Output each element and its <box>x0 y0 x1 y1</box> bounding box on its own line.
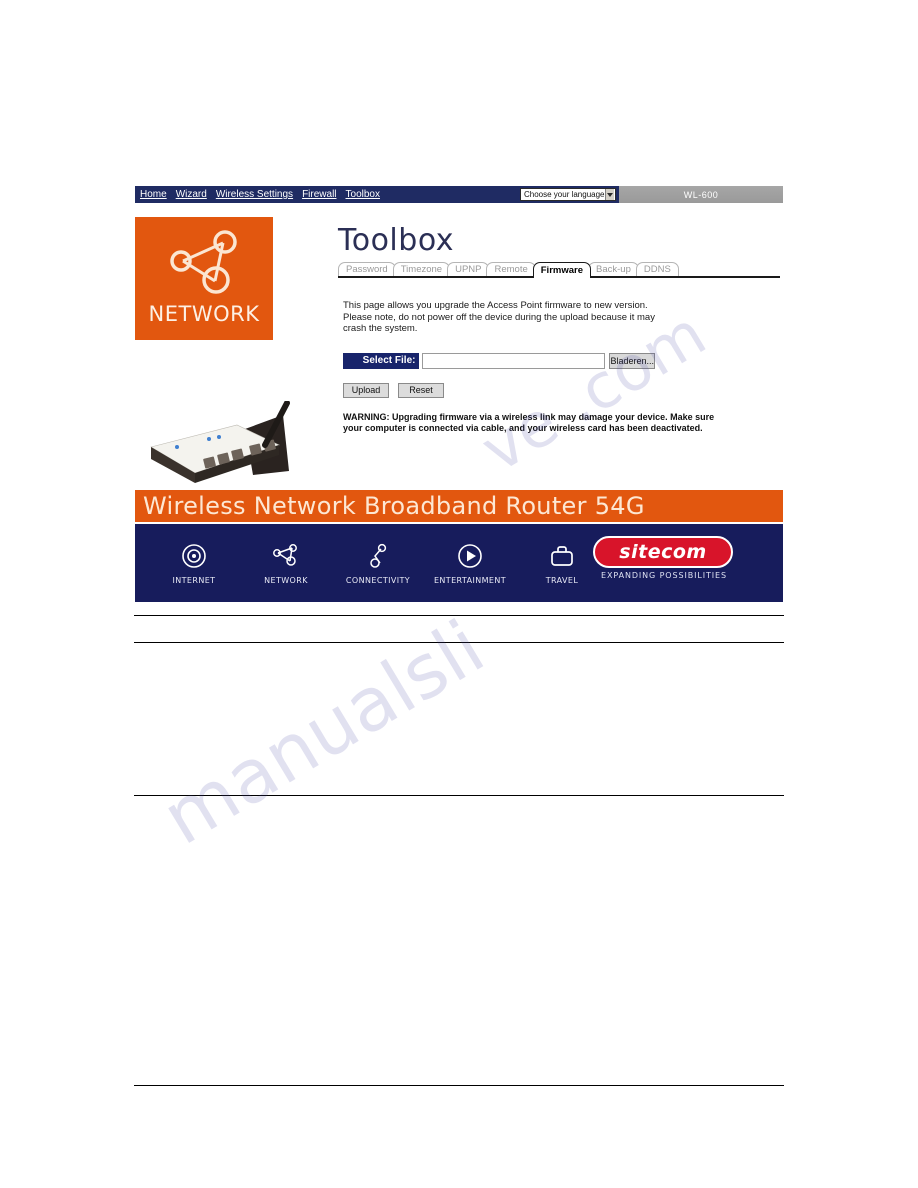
tab-strip: Password Timezone UPNP Remote Firmware B… <box>338 260 780 278</box>
network-logo-box: NETWORK <box>135 217 273 340</box>
intro-text: This page allows you upgrade the Access … <box>343 300 655 334</box>
category-connectivity-label: CONNECTIVITY <box>345 576 411 585</box>
category-network: NETWORK <box>247 541 325 585</box>
page-rule-4 <box>134 1085 784 1086</box>
page-rule-1 <box>134 615 784 616</box>
model-badge: WL-600 <box>619 186 783 203</box>
sitecom-tagline: EXPANDING POSSIBILITIES <box>601 571 727 580</box>
language-select-value: Choose your language <box>524 190 605 199</box>
sitecom-logo-pill: sitecom <box>593 536 733 568</box>
network-logo-label: NETWORK <box>148 302 260 326</box>
reset-button[interactable]: Reset <box>398 382 444 398</box>
warning-text: WARNING: Upgrading firmware via a wirele… <box>343 411 715 433</box>
nav-link-home[interactable]: Home <box>140 189 167 200</box>
nav-link-toolbox[interactable]: Toolbox <box>346 189 380 200</box>
nav-link-wizard[interactable]: Wizard <box>176 189 207 200</box>
product-banner-text: Wireless Network Broadband Router 54G <box>143 492 645 520</box>
page-title: Toolbox <box>338 223 454 258</box>
admin-body: NETWORK Toolbox Password Timezone UPNP R… <box>135 203 783 490</box>
concentric-circles-icon <box>181 541 207 571</box>
upload-button[interactable]: Upload <box>343 382 389 398</box>
page-rule-3 <box>134 795 784 796</box>
product-banner: Wireless Network Broadband Router 54G <box>135 490 783 522</box>
browse-button[interactable]: Bladeren... <box>609 352 655 369</box>
category-internet: INTERNET <box>155 541 233 585</box>
tab-timezone[interactable]: Timezone <box>392 262 451 276</box>
select-file-label: Select File: <box>343 352 420 369</box>
chevron-down-icon <box>604 189 614 200</box>
two-node-link-icon <box>367 541 389 571</box>
network-nodes-icon <box>272 541 300 571</box>
tab-firmware[interactable]: Firmware <box>532 262 591 278</box>
category-travel-label: TRAVEL <box>545 576 579 585</box>
content-panel: Toolbox Password Timezone UPNP Remote Fi… <box>310 225 780 434</box>
top-navigation-bar: Home Wizard Wireless Settings Firewall T… <box>135 186 783 203</box>
select-file-row: Select File: Bladeren... <box>343 352 655 369</box>
wireless-router-photo <box>150 401 290 483</box>
network-nodes-icon <box>170 230 237 294</box>
sitecom-logo: sitecom EXPANDING POSSIBILITIES <box>593 536 735 580</box>
nav-link-firewall[interactable]: Firewall <box>302 189 336 200</box>
tab-remote[interactable]: Remote <box>486 262 536 276</box>
tab-backup[interactable]: Back-up <box>588 262 639 276</box>
category-icon-row: INTERNET NETWORK CONNECTIVITY ENTERTAINM… <box>135 541 601 585</box>
category-network-label: NETWORK <box>264 576 308 585</box>
tab-ddns[interactable]: DDNS <box>635 262 679 276</box>
nav-link-wireless-settings[interactable]: Wireless Settings <box>216 189 293 200</box>
language-select[interactable]: Choose your language <box>520 188 616 201</box>
category-internet-label: INTERNET <box>172 576 216 585</box>
category-entertainment-label: ENTERTAINMENT <box>433 576 507 585</box>
briefcase-icon <box>548 541 576 571</box>
nav-links: Home Wizard Wireless Settings Firewall T… <box>135 189 380 200</box>
brand-footer-band: INTERNET NETWORK CONNECTIVITY ENTERTAINM… <box>135 522 783 602</box>
tab-password[interactable]: Password <box>338 262 396 276</box>
select-file-input[interactable] <box>422 352 606 369</box>
play-circle-icon <box>457 541 483 571</box>
router-admin-screenshot: Home Wizard Wireless Settings Firewall T… <box>135 186 783 602</box>
sitecom-logo-text: sitecom <box>619 541 707 563</box>
category-travel: TRAVEL <box>523 541 601 585</box>
page-rule-2 <box>134 642 784 643</box>
category-entertainment: ENTERTAINMENT <box>431 541 509 585</box>
category-connectivity: CONNECTIVITY <box>339 541 417 585</box>
action-button-row: Upload Reset <box>343 382 780 398</box>
tab-upnp[interactable]: UPNP <box>447 262 490 276</box>
